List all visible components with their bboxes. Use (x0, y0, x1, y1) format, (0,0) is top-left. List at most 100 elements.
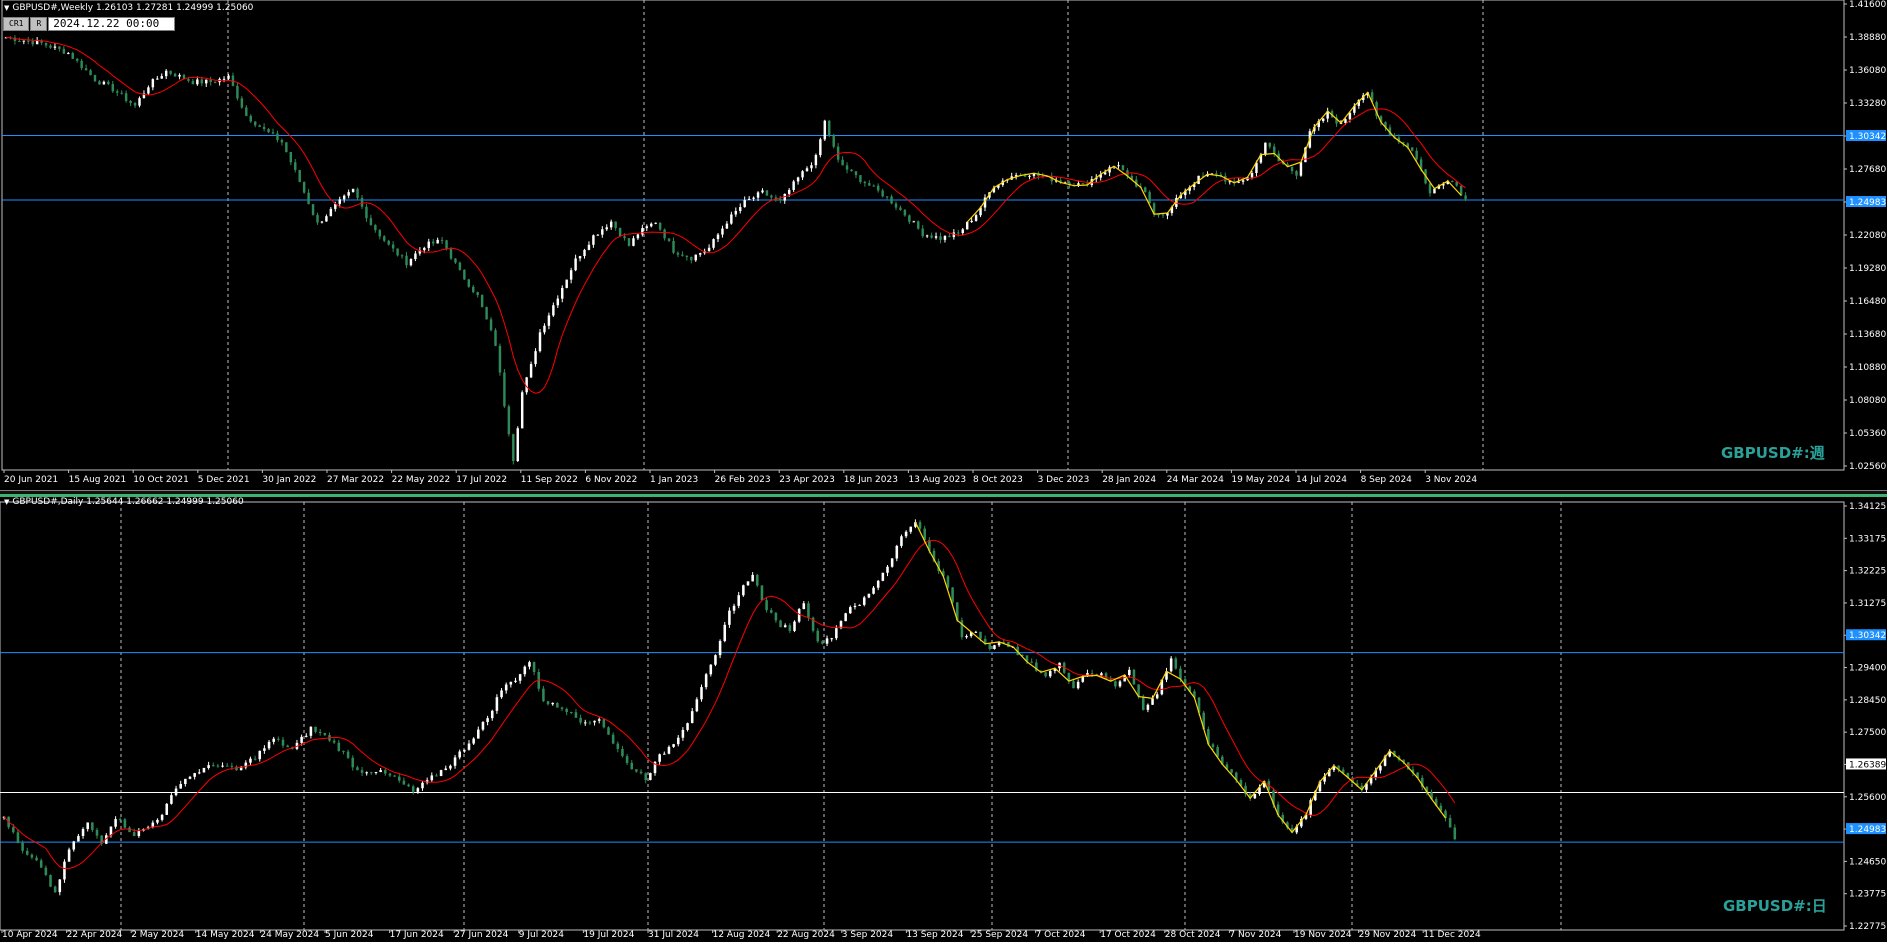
candle-body (485, 307, 488, 320)
candle-body (302, 182, 306, 193)
date-label: 10 Apr 2024 (2, 930, 58, 940)
candle-body (151, 79, 155, 88)
candle-body (132, 832, 136, 837)
candle-body (850, 169, 853, 172)
candle-body (694, 254, 697, 261)
candle-body (351, 188, 355, 193)
weekly-chart-header: ▼ GBPUSD#,Weekly 1.26103 1.27281 1.24999 … (4, 3, 253, 13)
candle-body (281, 739, 285, 746)
cr1-chip[interactable]: CR1 (3, 17, 30, 31)
date-label: 3 Sep 2024 (842, 930, 894, 940)
candle-body (337, 742, 341, 751)
price-label: 1.05360 (1849, 429, 1886, 439)
price-label: 1.33175 (1849, 534, 1886, 544)
candle-body (695, 699, 699, 712)
candle-body (528, 662, 531, 667)
candle-body (449, 765, 452, 769)
candle-body (173, 73, 177, 77)
collapse-triangle-icon[interactable]: ▼ (4, 4, 9, 12)
candle-body (1151, 698, 1154, 705)
candle-body (746, 581, 750, 586)
date-label: 24 May 2024 (260, 930, 319, 940)
candle-body (369, 218, 373, 225)
candle-body (39, 860, 43, 868)
candle-body (965, 222, 969, 230)
candle-body (164, 70, 168, 77)
candle-body (885, 196, 889, 198)
candle-body (909, 526, 913, 532)
candle-body (267, 741, 271, 749)
candle-body (365, 772, 368, 774)
price-label: 1.16480 (1849, 297, 1886, 307)
date-label: 26 Feb 2023 (715, 475, 771, 485)
candle-body (504, 684, 508, 691)
candle-body (1023, 175, 1027, 177)
candle-body (587, 244, 591, 250)
candle-body (1044, 672, 1047, 677)
candle-body (807, 603, 810, 618)
candle-body (30, 854, 34, 858)
date-label: 7 Nov 2024 (1229, 930, 1281, 940)
candle-body (512, 434, 515, 462)
candle-body (663, 229, 666, 239)
candle-body (225, 765, 229, 767)
date-label: 22 Aug 2024 (777, 930, 835, 940)
candle-body (431, 241, 435, 244)
date-label: 11 Sep 2022 (521, 475, 578, 485)
moving-average-line (3, 539, 1456, 870)
candle-body (1146, 704, 1150, 710)
timestamp-field[interactable]: 2024.12.22 00:00 (48, 17, 176, 31)
candle-body (396, 248, 399, 256)
candle-body (84, 68, 88, 71)
candle-body (307, 192, 310, 205)
candle-body (453, 757, 457, 766)
candle-body (844, 613, 847, 622)
candle-body (611, 734, 615, 744)
candle-body (98, 81, 101, 85)
collapse-triangle-icon[interactable]: ▼ (4, 498, 9, 506)
price-label: 1.26389 (1849, 760, 1886, 770)
candle-body (463, 749, 466, 752)
candle-body (480, 294, 484, 308)
candle-body (859, 175, 862, 182)
candle-body (1081, 183, 1085, 185)
candle-body (1179, 668, 1182, 680)
r-chip[interactable]: R (30, 17, 48, 31)
candle-body (630, 762, 634, 770)
candle-body (107, 81, 110, 85)
candle-body (616, 743, 620, 749)
daily-chart-pane[interactable]: 1.34125 1.33175 1.32225 1.31275 1.30342 1.294… (0, 497, 1887, 942)
date-label: 19 Jul 2024 (583, 930, 634, 940)
candle-body (556, 298, 560, 306)
candle-body (725, 223, 729, 229)
candle-body (644, 773, 647, 781)
candle-body (904, 531, 908, 537)
weekly-chart-canvas[interactable]: 1.41600 1.38880 1.36080 1.33280 1.30342 1.276… (0, 0, 1887, 490)
candle-body (597, 719, 601, 721)
candle-body (801, 171, 804, 178)
candle-body (387, 240, 390, 245)
daily-chart-canvas[interactable]: 1.34125 1.33175 1.32225 1.31275 1.30342 1.294… (0, 497, 1887, 942)
candle-body (472, 286, 475, 293)
candle-body (854, 171, 858, 176)
candle-body (690, 256, 693, 261)
pane-separator[interactable] (0, 490, 1887, 497)
price-label: 1.28450 (1849, 696, 1886, 706)
candle-body (1048, 670, 1052, 677)
candle-body (262, 126, 266, 129)
candle-body (89, 70, 92, 76)
candle-body (221, 765, 224, 767)
candle-body (86, 822, 89, 830)
daily-watermark: GBPUSD#:日 (1723, 897, 1827, 915)
candle-body (1028, 175, 1031, 177)
date-label: 13 Sep 2024 (906, 930, 963, 940)
candle-body (18, 40, 21, 42)
candle-body (728, 610, 731, 625)
weekly-chart-pane[interactable]: 1.41600 1.38880 1.36080 1.33280 1.30342 1.276… (0, 0, 1887, 490)
candle-body (546, 701, 550, 705)
candle-body (516, 428, 519, 462)
candle-body (886, 566, 889, 573)
candle-body (370, 772, 373, 774)
candle-body (1453, 827, 1457, 840)
candle-body (25, 850, 29, 855)
